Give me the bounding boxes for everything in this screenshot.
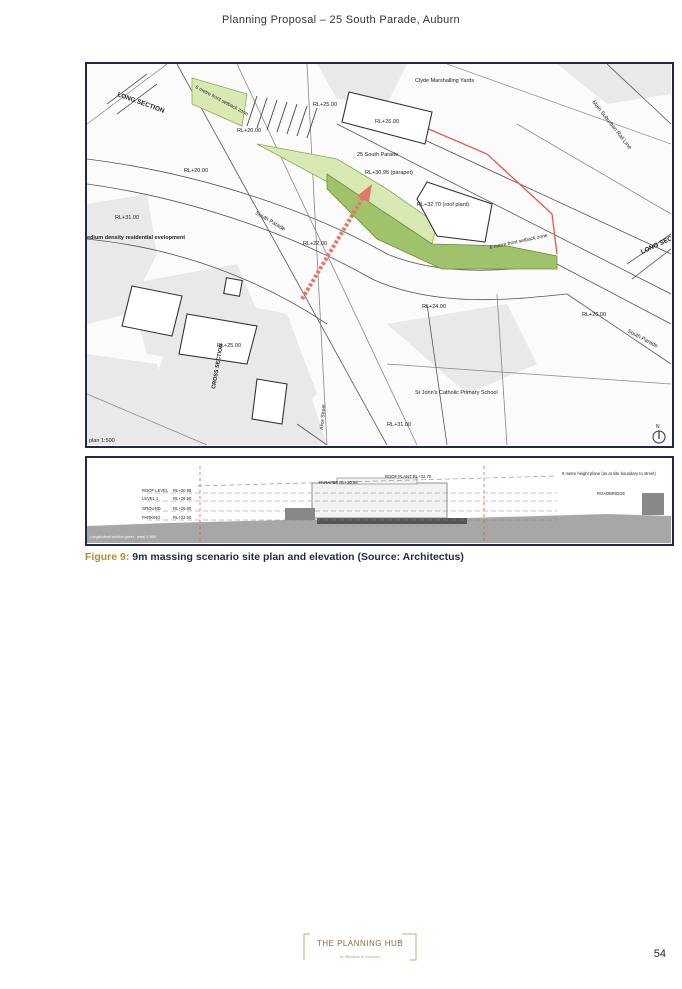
parapet-label: PARAPET RL+30.95 (319, 480, 358, 485)
figure-caption: Figure 9: 9m massing scenario site plan … (85, 551, 464, 563)
plan-scale: plan 1:500 (89, 438, 115, 444)
figure-caption-label: Figure 9: (85, 551, 130, 563)
rl-24-label: RL+24.00 (422, 304, 446, 310)
rl-parapet-label: RL+30.95 (parapet) (365, 170, 413, 176)
medium-density-label: edium density residential evelopment (87, 235, 185, 241)
level-1-rl: RL+28.50 (173, 496, 192, 501)
rl-20-b: RL+20.00 (184, 168, 208, 174)
height-plane-label: 9 metre height plane (as at site boundar… (562, 471, 656, 476)
roof-level-rl: RL+30.95 (173, 488, 192, 493)
planning-hub-logo: THE PLANNING HUB by Abraham & Graziano (303, 933, 417, 961)
elevation-drawing: ROOF LEVEL RL+30.95 LEVEL 1 RL+28.50 GRO… (87, 458, 671, 543)
clyde-yards-label: Clyde Marshalling Yards (415, 78, 474, 84)
page-header: Planning Proposal – 25 South Parade, Aub… (222, 14, 460, 26)
rl-31-bottom: RL+31.00 (387, 422, 411, 428)
rl-roof-plant-label: RL+32.70 (roof plant) (417, 202, 469, 208)
roadbridge-label: ROADBRIDGE (597, 491, 625, 496)
level-1-label: LEVEL 1 (142, 496, 159, 501)
figure-caption-text: 9m massing scenario site plan and elevat… (129, 551, 464, 563)
rl-26-top: RL+26.00 (375, 119, 399, 125)
roof-level-label: ROOF LEVEL (142, 488, 169, 493)
parking-label: PARKING (142, 515, 161, 520)
site-plan-drawing: LONG SECTION 6 metre front setback zone … (87, 64, 671, 445)
section-note: Longitudinal section (west - east) 1:500 (90, 535, 156, 539)
roof-plant-label: ROOF PLANT RL+32.70 (385, 474, 432, 479)
rl-20-a: RL+20.00 (237, 128, 261, 134)
ground-label: GROUND (142, 506, 161, 511)
site-plan-figure: LONG SECTION 6 metre front setback zone … (85, 62, 674, 448)
parking-rl: RL+22.00 (173, 515, 192, 520)
page-number: 54 (653, 948, 666, 960)
logo-tagline: by Abraham & Graziano (340, 954, 380, 959)
rl-26-right: RL+26.00 (582, 312, 606, 318)
rl-22-label: RL+22.00 (303, 241, 327, 247)
rl-31-left: RL+31.00 (115, 215, 139, 221)
north-label: N (656, 424, 660, 430)
st-johns-label: St John's Catholic Primary School (415, 390, 498, 396)
ground-rl: RL+25.00 (173, 506, 192, 511)
elevation-figure: ROOF LEVEL RL+30.95 LEVEL 1 RL+28.50 GRO… (85, 456, 674, 546)
logo-text: THE PLANNING HUB (317, 939, 403, 948)
site-name-label: 25 South Parade (357, 152, 398, 158)
rl-25-top: RL+25.00 (313, 102, 337, 108)
